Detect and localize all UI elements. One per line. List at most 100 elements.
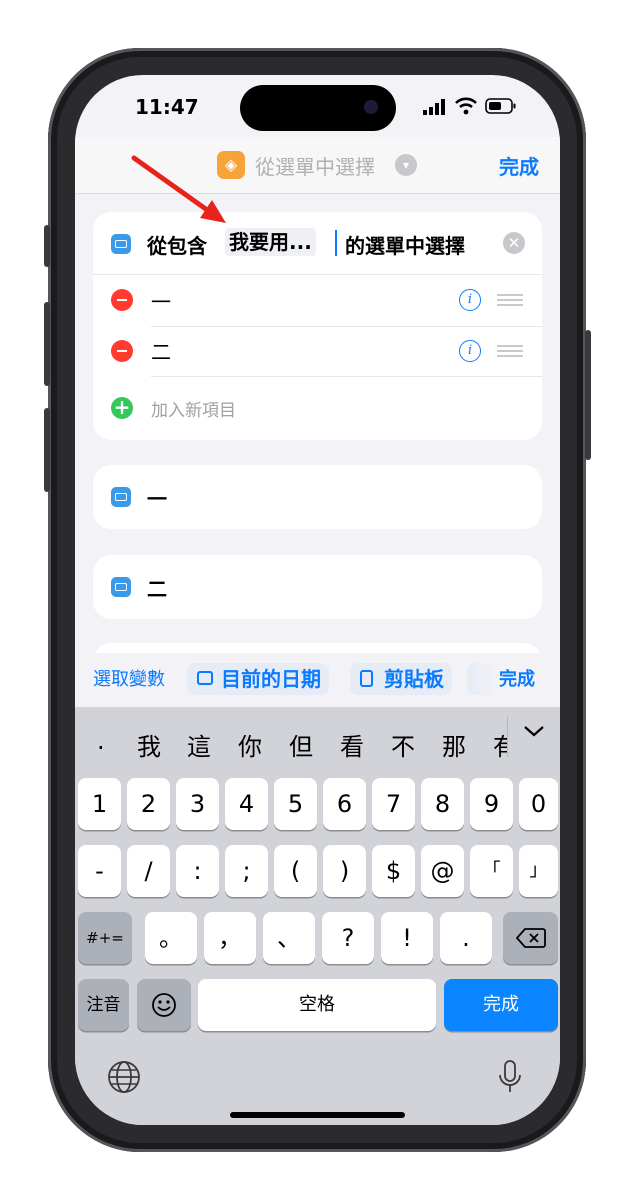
action-prefix: 從包含 (147, 234, 207, 258)
symbols-toggle-key[interactable]: #+= (78, 912, 132, 964)
choose-from-menu-card: 從包含 我要用... 的選單中選擇 ✕ 一 i 二 i + 加入新項目 (93, 212, 542, 440)
text-cursor (335, 230, 337, 256)
key-period[interactable]: . (440, 912, 492, 964)
key-hyphen[interactable]: - (78, 845, 121, 897)
menu-case-icon (111, 577, 131, 597)
current-date-label: 目前的日期 (221, 667, 321, 691)
divider (93, 274, 542, 275)
clipboard-icon (360, 670, 373, 687)
keyboard-accessory-bar: 選取變數 目前的日期 剪貼板 完成 (75, 653, 560, 707)
menu-item-1[interactable]: 一 (151, 286, 171, 315)
microphone-icon[interactable] (497, 1059, 523, 1099)
menu-action-icon (111, 234, 131, 254)
add-item-placeholder[interactable]: 加入新項目 (151, 396, 236, 421)
shortcuts-layers-icon[interactable]: ◈ (217, 151, 245, 179)
key-question[interactable]: ? (322, 912, 374, 964)
dynamic-island (240, 85, 396, 131)
key-6[interactable]: 6 (323, 778, 366, 830)
candidate-word[interactable]: 不 (391, 727, 415, 762)
zhuyin-key[interactable]: 注音 (78, 979, 129, 1031)
menu-case-block[interactable]: 一 (93, 465, 542, 529)
space-key[interactable]: 空格 (198, 979, 436, 1031)
key-1[interactable]: 1 (78, 778, 121, 830)
candidate-word[interactable]: 我 (137, 727, 161, 762)
clipboard-label: 剪貼板 (384, 667, 444, 691)
key-at[interactable]: @ (421, 845, 464, 897)
key-close-bracket[interactable]: 」 (519, 845, 558, 897)
prompt-token[interactable]: 我要用... (225, 228, 316, 256)
key-enumeration-comma[interactable]: 、 (263, 912, 315, 964)
navigation-bar: ◈ 從選單中選擇 ▾ 完成 (75, 137, 560, 194)
key-open-bracket[interactable]: 「 (470, 845, 513, 897)
battery-icon (485, 97, 517, 119)
key-8[interactable]: 8 (421, 778, 464, 830)
return-key[interactable]: 完成 (444, 979, 558, 1031)
candidate-word[interactable]: 有 (493, 727, 507, 762)
menu-item-2[interactable]: 二 (151, 336, 171, 365)
candidate-word[interactable]: 但 (289, 727, 313, 762)
candidate-word[interactable]: . (97, 727, 105, 755)
status-time: 11:47 (135, 95, 199, 119)
volume-up-button (44, 302, 50, 386)
case-label: 一 (147, 487, 167, 511)
divider (151, 376, 542, 377)
key-fullwidth-comma[interactable]: ， (204, 912, 256, 964)
key-exclamation[interactable]: ! (381, 912, 433, 964)
volume-down-button (44, 408, 50, 492)
info-icon[interactable]: i (459, 340, 481, 362)
chevron-down-icon[interactable] (522, 723, 546, 743)
signal-icon (423, 99, 447, 119)
case-label: 二 (147, 577, 167, 601)
key-semicolon[interactable]: ; (225, 845, 268, 897)
key-dollar[interactable]: $ (372, 845, 415, 897)
key-4[interactable]: 4 (225, 778, 268, 830)
delete-item-icon[interactable] (111, 289, 133, 311)
globe-icon[interactable] (107, 1060, 141, 1098)
chevron-down-icon[interactable]: ▾ (395, 154, 417, 176)
candidate-word[interactable]: 你 (238, 727, 262, 762)
menu-case-icon (111, 487, 131, 507)
menu-case-block[interactable]: 二 (93, 555, 542, 619)
candidate-word[interactable]: 那 (442, 727, 466, 762)
key-ideographic-period[interactable]: 。 (145, 912, 197, 964)
emoji-icon (152, 993, 176, 1017)
reorder-handle-icon[interactable] (497, 294, 523, 306)
nav-title[interactable]: 從選單中選擇 (255, 151, 375, 180)
home-indicator (230, 1112, 405, 1118)
wifi-icon (455, 97, 477, 119)
key-7[interactable]: 7 (372, 778, 415, 830)
add-item-icon[interactable]: + (111, 397, 133, 419)
keyboard: . 我 這 你 但 看 不 那 有 1 2 3 4 5 6 7 8 9 0 - … (75, 707, 560, 1125)
key-close-paren[interactable]: ) (323, 845, 366, 897)
action-button (44, 225, 50, 267)
side-button (585, 330, 591, 460)
candidate-word[interactable]: 看 (340, 727, 364, 762)
key-5[interactable]: 5 (274, 778, 317, 830)
key-slash[interactable]: / (127, 845, 170, 897)
key-colon[interactable]: : (176, 845, 219, 897)
select-variable-button[interactable]: 選取變數 (93, 665, 165, 695)
action-suffix: 的選單中選擇 (345, 234, 465, 258)
reorder-handle-icon[interactable] (497, 345, 523, 357)
accessory-done-button[interactable]: 完成 (499, 665, 535, 695)
nav-done-button[interactable]: 完成 (499, 151, 539, 180)
phone-screen: 11:47 ◈ 從選單中選擇 ▾ 完成 從包含 我要用... 的選單中選擇 ✕ … (75, 75, 560, 1125)
clipboard-variable[interactable]: 剪貼板 (350, 663, 452, 695)
clear-icon[interactable]: ✕ (503, 232, 525, 254)
delete-item-icon[interactable] (111, 340, 133, 362)
key-2[interactable]: 2 (127, 778, 170, 830)
divider (507, 717, 508, 757)
calendar-icon (197, 671, 213, 685)
more-variables-fade (467, 663, 497, 695)
key-0[interactable]: 0 (519, 778, 558, 830)
key-9[interactable]: 9 (470, 778, 513, 830)
current-date-variable[interactable]: 目前的日期 (187, 663, 329, 695)
info-icon[interactable]: i (459, 289, 481, 311)
key-3[interactable]: 3 (176, 778, 219, 830)
key-open-paren[interactable]: ( (274, 845, 317, 897)
divider (151, 326, 542, 327)
emoji-key[interactable] (137, 979, 191, 1031)
backspace-key[interactable] (503, 912, 558, 964)
backspace-icon (515, 928, 546, 948)
candidate-word[interactable]: 這 (187, 727, 211, 762)
